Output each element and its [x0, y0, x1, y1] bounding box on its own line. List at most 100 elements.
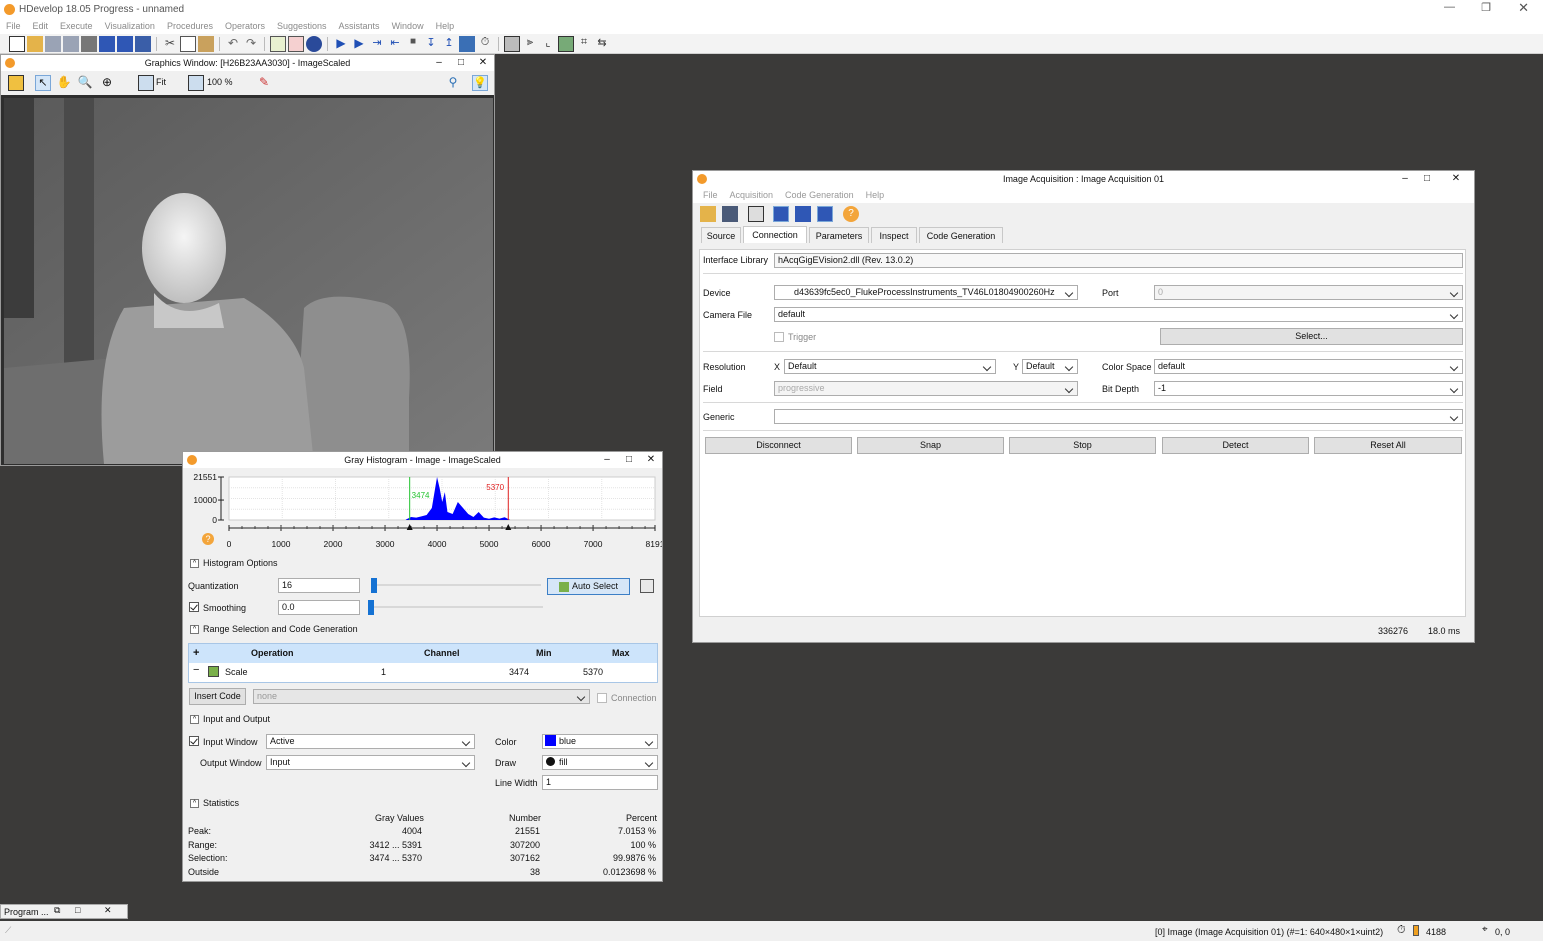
help-icon[interactable]: ?: [202, 533, 214, 545]
trigger-checkbox[interactable]: [774, 332, 784, 342]
fit-label[interactable]: Fit: [156, 77, 166, 87]
save-icon[interactable]: [45, 35, 61, 52]
statistics-header[interactable]: ^ Statistics: [190, 798, 239, 809]
reset-icon[interactable]: [459, 35, 475, 52]
disconnect-button[interactable]: Disconnect: [705, 437, 852, 454]
snap-icon[interactable]: [795, 206, 811, 222]
acq-menu-help[interactable]: Help: [866, 190, 885, 200]
fit-icon[interactable]: [138, 75, 154, 91]
row-max[interactable]: 5370: [583, 667, 603, 677]
light-icon[interactable]: 💡: [472, 75, 488, 91]
deactivate-icon[interactable]: [288, 35, 304, 52]
tab-code-generation[interactable]: Code Generation: [919, 227, 1003, 243]
histogram-minimize-button[interactable]: –: [596, 452, 618, 468]
live-icon[interactable]: [817, 206, 833, 222]
menu-window[interactable]: Window: [392, 21, 424, 31]
help-icon[interactable]: ?: [843, 206, 859, 222]
stop-button[interactable]: Stop: [1009, 437, 1156, 454]
magnify-icon[interactable]: 🔍: [77, 75, 93, 91]
histogram-chart[interactable]: 3474 5370 21551 10000 0 0 1000 2000 3000 4000 5000…: [183, 469, 662, 549]
resolution-y-combo[interactable]: Default: [1022, 359, 1078, 374]
acq-menu-acquisition[interactable]: Acquisition: [730, 190, 774, 200]
program-tab[interactable]: Program ... ⧉ □ ✕: [0, 904, 128, 919]
color-combo[interactable]: blue: [542, 734, 658, 749]
collapse-icon[interactable]: ^: [190, 799, 199, 809]
add-row-icon[interactable]: +: [193, 647, 199, 659]
interface-library-value[interactable]: hAcqGigEVision2.dll (Rev. 13.0.2): [774, 253, 1463, 268]
thermal-image[interactable]: [4, 98, 493, 464]
line-width-spinbox[interactable]: 1: [542, 775, 658, 790]
open-folder-icon[interactable]: [700, 206, 716, 222]
menu-operators[interactable]: Operators: [225, 21, 265, 31]
redo-icon[interactable]: ↷: [243, 36, 259, 52]
field-combo[interactable]: progressive: [774, 381, 1078, 396]
image-window-icon[interactable]: [504, 35, 520, 52]
quantization-slider[interactable]: [371, 578, 541, 593]
insert-code-button[interactable]: Insert Code: [189, 688, 246, 705]
histogram-options-header[interactable]: ^ Histogram Options: [190, 558, 278, 569]
collapse-icon[interactable]: ^: [190, 715, 199, 725]
smoothing-spinbox[interactable]: 0.0: [278, 600, 360, 615]
menu-procedures[interactable]: Procedures: [167, 21, 213, 31]
line-profile-icon[interactable]: ⌞: [540, 36, 556, 52]
menu-suggestions[interactable]: Suggestions: [277, 21, 327, 31]
breakpoint-icon[interactable]: [306, 35, 322, 52]
menu-file[interactable]: File: [6, 21, 21, 31]
device-combo[interactable]: d43639fc5ec0_FlukeProcessInstruments_TV4…: [774, 285, 1078, 300]
graphics-minimize-button[interactable]: –: [428, 55, 450, 71]
menu-help[interactable]: Help: [436, 21, 455, 31]
tab-connection[interactable]: Connection: [743, 226, 807, 243]
edit-icon[interactable]: [8, 75, 24, 91]
timer-icon[interactable]: ⏱: [477, 36, 493, 52]
output-window-combo[interactable]: Input: [266, 755, 475, 770]
import-icon[interactable]: [117, 35, 133, 52]
table-row[interactable]: − Scale 1 3474 5370: [189, 663, 657, 682]
feature-inspection-icon[interactable]: [558, 35, 574, 52]
collapse-icon[interactable]: ^: [190, 625, 199, 635]
reset-all-button[interactable]: Reset All: [1314, 437, 1462, 454]
acq-minimize-button[interactable]: –: [1394, 171, 1416, 187]
generic-combo[interactable]: [774, 409, 1463, 424]
cut-icon[interactable]: ✂: [162, 36, 178, 52]
graphics-maximize-button[interactable]: □: [450, 55, 472, 71]
program-restore-icon[interactable]: ⧉: [54, 905, 60, 916]
tab-source[interactable]: Source: [701, 227, 741, 243]
input-output-header[interactable]: ^ Input and Output: [190, 714, 270, 725]
clear-icon[interactable]: ⚲: [445, 75, 461, 91]
tab-parameters[interactable]: Parameters: [809, 227, 869, 243]
acq-menu-file[interactable]: File: [703, 190, 718, 200]
zoom-icon[interactable]: ⊕: [99, 75, 115, 91]
menu-edit[interactable]: Edit: [33, 21, 49, 31]
run-icon[interactable]: ▶: [333, 36, 349, 52]
auto-select-button[interactable]: Auto Select: [547, 578, 630, 595]
program-close-icon[interactable]: ✕: [104, 905, 112, 916]
smoothing-checkbox[interactable]: [189, 602, 199, 612]
resolution-x-combo[interactable]: Default: [784, 359, 996, 374]
run-to-insert-icon[interactable]: ▶: [351, 36, 367, 52]
library-icon[interactable]: [135, 35, 151, 52]
graphics-close-button[interactable]: ✕: [472, 55, 494, 71]
snap-button[interactable]: Snap: [857, 437, 1004, 454]
draw-combo[interactable]: fill: [542, 755, 658, 770]
range-selection-header[interactable]: ^ Range Selection and Code Generation: [190, 624, 358, 635]
acq-menu-code-generation[interactable]: Code Generation: [785, 190, 854, 200]
insert-code-combo[interactable]: none: [253, 689, 590, 704]
step-over-icon[interactable]: ⇥: [369, 36, 385, 52]
stop-icon[interactable]: ■: [405, 36, 421, 52]
row-min[interactable]: 3474: [509, 667, 529, 677]
pointer-icon[interactable]: ↖: [35, 75, 51, 91]
row-channel[interactable]: 1: [381, 667, 386, 677]
menu-visualization[interactable]: Visualization: [105, 21, 155, 31]
menu-assistants[interactable]: Assistants: [339, 21, 380, 31]
program-maximize-icon[interactable]: □: [75, 905, 80, 915]
restore-button[interactable]: ❐: [1481, 1, 1491, 14]
connect-icon[interactable]: [773, 206, 789, 222]
acq-maximize-button[interactable]: □: [1416, 171, 1438, 187]
smoothing-slider[interactable]: [368, 600, 543, 615]
save-icon[interactable]: [722, 206, 738, 222]
save-all-icon[interactable]: [63, 35, 79, 52]
print-icon[interactable]: [81, 35, 97, 52]
export-icon[interactable]: [99, 35, 115, 52]
input-window-combo[interactable]: Active: [266, 734, 475, 749]
input-window-checkbox[interactable]: [189, 736, 199, 746]
